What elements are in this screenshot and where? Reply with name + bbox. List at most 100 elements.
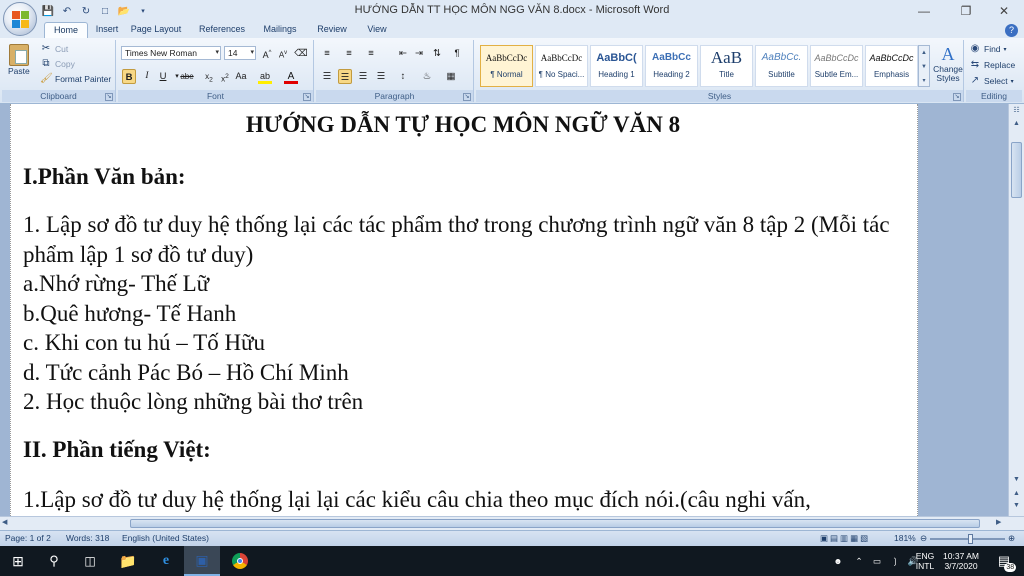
styles-gallery-scroll[interactable]: ▲ ▼ ▾ [918, 45, 930, 87]
people-icon[interactable]: ☻ [830, 546, 846, 576]
superscript-button[interactable]: x2 [218, 69, 232, 84]
scroll-left-icon[interactable]: ◀ [2, 518, 7, 526]
show-formatting-icon[interactable]: ¶ [450, 46, 464, 61]
subscript-button[interactable]: x2 [202, 69, 216, 84]
horizontal-scroll-thumb[interactable] [130, 519, 980, 528]
align-center-icon[interactable]: ☰ [338, 69, 352, 84]
view-buttons[interactable]: ▣▤▥▦▧ [820, 533, 870, 544]
scroll-right-icon[interactable]: ▶ [996, 518, 1001, 526]
tab-insert[interactable]: Insert [90, 22, 124, 38]
style-subtitle[interactable]: AaBbCc. Subtitle [755, 45, 808, 87]
scroll-up-icon[interactable]: ▲ [1011, 118, 1022, 129]
align-left-icon[interactable]: ☰ [320, 69, 334, 84]
style-normal[interactable]: AaBbCcDc ¶ Normal [480, 45, 533, 87]
italic-button[interactable]: I [140, 69, 154, 84]
decrease-indent-icon[interactable]: ⇤ [396, 46, 410, 61]
clipboard-launcher-icon[interactable]: ↘ [105, 93, 113, 101]
input-language[interactable]: ENG INTL [910, 546, 940, 576]
previous-page-icon[interactable]: ▲ [1011, 488, 1022, 499]
change-case-button[interactable]: Aa [234, 69, 248, 84]
task-view-icon[interactable]: ◫ [72, 546, 108, 576]
sort-icon[interactable]: ⇅ [430, 46, 444, 61]
clock[interactable]: 10:37 AM 3/7/2020 [940, 546, 982, 576]
close-button[interactable]: ✕ [984, 0, 1024, 22]
document-page[interactable]: HƯỚNG DẪN TỰ HỌC MÔN NGỮ VĂN 8 I.Phần Vă… [10, 104, 918, 516]
battery-icon[interactable]: ▭ [870, 546, 884, 576]
vertical-scroll-thumb[interactable] [1011, 142, 1022, 198]
chrome-browser-icon[interactable] [222, 546, 258, 576]
zoom-out-icon[interactable]: ⊖ [920, 533, 927, 544]
editing-group-label: Editing [966, 90, 1022, 102]
styles-launcher-icon[interactable]: ↘ [953, 93, 961, 101]
cut-button[interactable]: ✂ Cut [40, 43, 68, 55]
restore-button[interactable]: ❐ [946, 0, 986, 22]
shrink-font-button[interactable]: Av [276, 46, 290, 61]
edge-browser-icon[interactable]: e [148, 546, 184, 576]
wifi-icon[interactable]: ❳ [888, 546, 902, 576]
align-right-icon[interactable]: ☰ [356, 69, 370, 84]
notifications-icon[interactable]: ▤ 38 [990, 546, 1018, 576]
search-icon[interactable]: ⚲ [36, 546, 72, 576]
page-count[interactable]: Page: 1 of 2 [5, 533, 51, 543]
style-heading-2[interactable]: AaBbCc Heading 2 [645, 45, 698, 87]
help-icon[interactable]: ? [1005, 24, 1018, 37]
paragraph-launcher-icon[interactable]: ↘ [463, 93, 471, 101]
format-painter-button[interactable]: 🖌 Format Painter [40, 73, 111, 85]
show-hidden-icons[interactable]: ⌃ [852, 546, 866, 576]
multilevel-list-icon[interactable]: ≡ [364, 46, 378, 61]
clear-formatting-icon[interactable]: ⌫ [294, 46, 308, 61]
strikethrough-button[interactable]: abe [180, 69, 194, 84]
tab-mailings[interactable]: Mailings [258, 22, 302, 38]
change-styles-button[interactable]: A Change Styles [932, 44, 964, 83]
style-no-spacing[interactable]: AaBbCcDc ¶ No Spaci... [535, 45, 588, 87]
tab-references[interactable]: References [194, 22, 250, 38]
zoom-in-icon[interactable]: ⊕ [1008, 533, 1015, 544]
tab-review[interactable]: Review [312, 22, 352, 38]
line-spacing-icon[interactable]: ↕ [396, 69, 410, 84]
font-family-select[interactable]: Times New Roman ▾ [121, 46, 221, 60]
style-emphasis[interactable]: AaBbCcDc Emphasis [865, 45, 918, 87]
vertical-scrollbar[interactable]: ☷ ▲ ▼ ▲ ▼ [1008, 104, 1024, 516]
font-launcher-icon[interactable]: ↘ [303, 93, 311, 101]
increase-indent-icon[interactable]: ⇥ [412, 46, 426, 61]
underline-button[interactable]: U [156, 69, 170, 84]
grow-font-button[interactable]: A^ [260, 46, 274, 61]
file-explorer-icon[interactable]: 📁 [110, 546, 146, 576]
shading-icon[interactable]: ♨ [420, 69, 434, 84]
copy-button[interactable]: ⧉ Copy [40, 58, 74, 70]
bold-button[interactable]: B [122, 69, 136, 84]
windows-start-icon[interactable]: ⊞ [0, 546, 36, 576]
notification-count-badge: 38 [1004, 563, 1017, 572]
style-title[interactable]: AaB Title [700, 45, 753, 87]
borders-icon[interactable]: ▦ [444, 69, 458, 84]
styles-group-label: Styles [476, 90, 963, 102]
font-color-icon[interactable]: A [284, 69, 298, 84]
tab-page-layout[interactable]: Page Layout [128, 22, 184, 38]
paste-button[interactable]: Paste [8, 44, 30, 76]
zoom-level[interactable]: 181% [894, 533, 916, 543]
document-body[interactable]: HƯỚNG DẪN TỰ HỌC MÔN NGỮ VĂN 8 I.Phần Vă… [23, 110, 903, 514]
language-indicator[interactable]: English (United States) [122, 533, 209, 543]
justify-icon[interactable]: ☰ [374, 69, 388, 84]
tab-home[interactable]: Home [44, 22, 88, 38]
bullets-icon[interactable]: ≡ [320, 46, 334, 61]
font-size-select[interactable]: 14 ▾ [224, 46, 256, 60]
find-button[interactable]: ◉ Find ▾ [969, 43, 1007, 55]
minimize-button[interactable]: — [904, 0, 944, 22]
numbering-icon[interactable]: ≡ [342, 46, 356, 61]
word-count[interactable]: Words: 318 [66, 533, 109, 543]
next-page-icon[interactable]: ▼ [1011, 500, 1022, 511]
font-group: Times New Roman ▾ 14 ▾ A^ Av ⌫ B I U ▾ abe… [118, 40, 314, 102]
highlight-icon[interactable]: ab [258, 69, 272, 84]
scroll-down-icon[interactable]: ▼ [1011, 474, 1022, 485]
word-app-icon[interactable]: ▣ [184, 546, 220, 576]
horizontal-scrollbar[interactable]: ◀ ▶ [0, 516, 1024, 530]
style-heading-1[interactable]: AaBbC( Heading 1 [590, 45, 643, 87]
select-button[interactable]: ↗ Select ▾ [969, 75, 1014, 87]
ruler-toggle-icon[interactable]: ☷ [1011, 105, 1022, 116]
tab-view[interactable]: View [360, 22, 394, 38]
replace-button[interactable]: ⇆ Replace [969, 59, 1015, 71]
office-button[interactable] [3, 2, 37, 36]
zoom-slider-handle[interactable] [968, 534, 973, 544]
style-subtle-emphasis[interactable]: AaBbCcDc Subtle Em... [810, 45, 863, 87]
